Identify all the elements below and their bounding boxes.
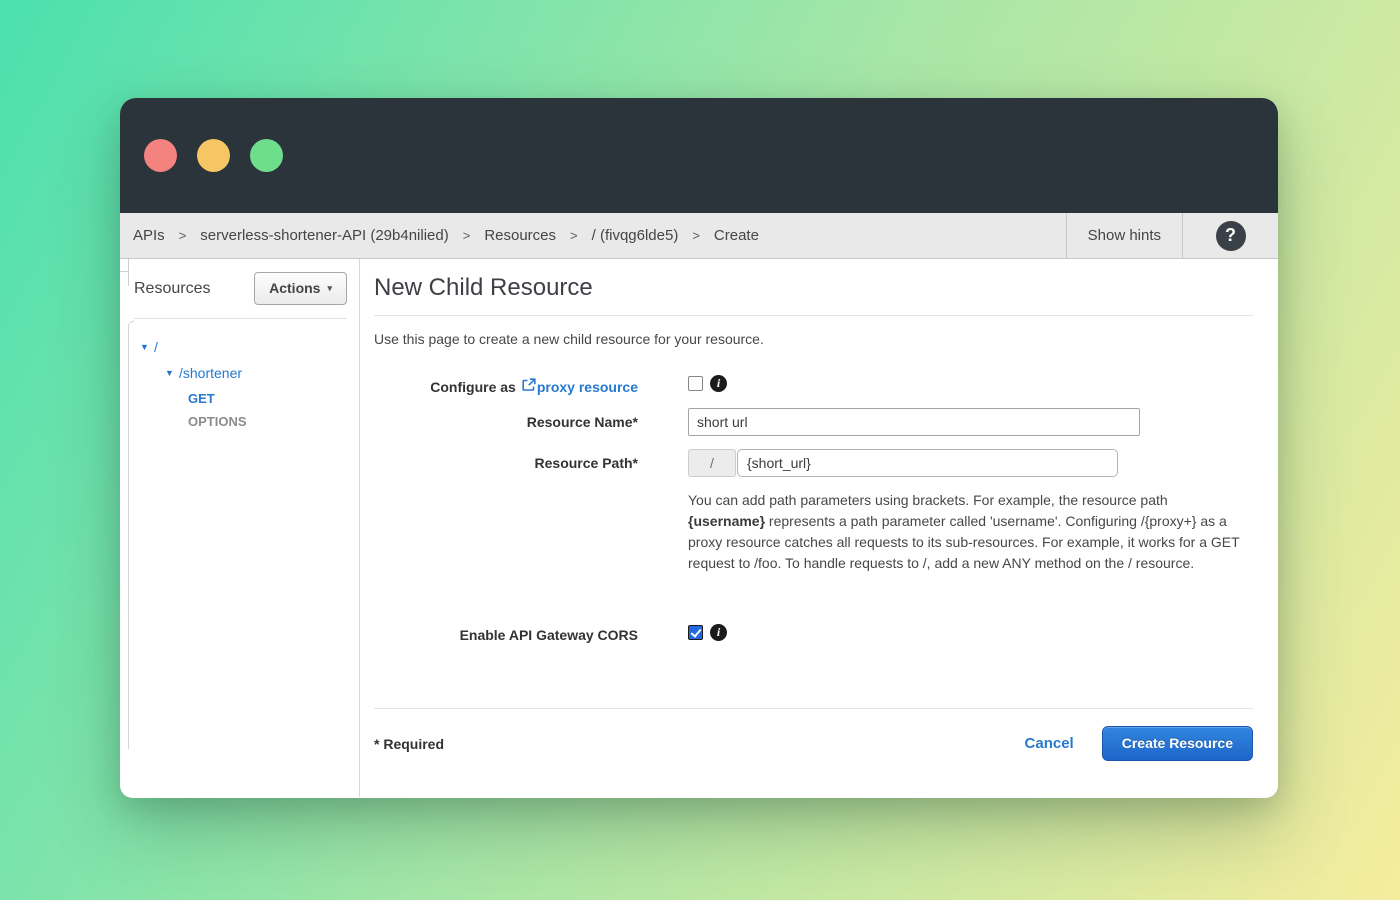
zoom-window-button[interactable] <box>250 139 283 172</box>
tree-item-root-label: / <box>154 339 158 355</box>
resource-path-row: Resource Path* / <box>374 449 1253 477</box>
cors-checkbox[interactable] <box>688 625 703 640</box>
resource-tree: ▼ / ▼ /shortener GET OPTIONS <box>120 319 359 429</box>
required-note: * Required <box>374 736 1025 752</box>
proxy-resource-checkbox[interactable] <box>688 376 703 391</box>
collapsed-panel-edge <box>128 321 134 749</box>
resource-path-input[interactable] <box>737 449 1118 477</box>
external-link-icon <box>522 378 536 395</box>
configure-as-control: i <box>688 372 727 395</box>
collapsed-panel-edge <box>128 259 129 286</box>
breadcrumb-create[interactable]: Create <box>714 227 759 244</box>
caret-down-icon[interactable]: ▼ <box>165 368 179 378</box>
info-icon[interactable]: i <box>710 375 727 392</box>
resources-sidebar: Resources Actions ▾ ▼ / ▼ /shortener GET… <box>120 259 360 797</box>
footer-divider <box>374 708 1253 709</box>
configure-as-row: Configure as proxy resource i <box>374 372 1253 395</box>
actions-button-label: Actions <box>269 280 320 296</box>
tree-item-shortener[interactable]: ▼ /shortener <box>140 365 359 381</box>
configure-as-label-text: Configure as <box>430 379 516 395</box>
resource-path-label: Resource Path* <box>374 449 638 477</box>
proxy-resource-link-text: proxy resource <box>537 379 638 395</box>
tree-method-get[interactable]: GET <box>140 391 359 406</box>
path-help-text: You can add path parameters using bracke… <box>688 490 1245 574</box>
breadcrumb-resources[interactable]: Resources <box>484 227 556 244</box>
resource-path-control: / <box>688 449 1118 477</box>
window-titlebar <box>120 98 1278 213</box>
content-area: Resources Actions ▾ ▼ / ▼ /shortener GET… <box>120 259 1278 797</box>
path-help-username: {username} <box>688 513 765 529</box>
breadcrumb-resource-id[interactable]: / (fivqg6lde5) <box>592 227 679 244</box>
cors-label: Enable API Gateway CORS <box>374 621 638 643</box>
actions-dropdown-button[interactable]: Actions ▾ <box>254 272 347 305</box>
cors-row: Enable API Gateway CORS i <box>374 621 1253 643</box>
tree-item-root[interactable]: ▼ / <box>140 339 359 355</box>
close-window-button[interactable] <box>144 139 177 172</box>
sidebar-header: Resources Actions ▾ <box>120 272 359 305</box>
path-help-part1: You can add path parameters using bracke… <box>688 492 1168 508</box>
intro-text: Use this page to create a new child reso… <box>374 331 1253 347</box>
page-title: New Child Resource <box>374 274 1253 302</box>
title-divider <box>374 315 1253 316</box>
info-icon[interactable]: i <box>710 624 727 641</box>
breadcrumb-separator: > <box>692 228 700 243</box>
proxy-resource-link[interactable]: proxy resource <box>516 378 638 395</box>
resource-name-row: Resource Name* <box>374 408 1253 436</box>
show-hints-button[interactable]: Show hints <box>1066 213 1182 258</box>
minimize-window-button[interactable] <box>197 139 230 172</box>
breadcrumb-separator: > <box>179 228 187 243</box>
tree-method-options[interactable]: OPTIONS <box>140 414 359 429</box>
new-child-resource-panel: New Child Resource Use this page to crea… <box>360 259 1278 797</box>
breadcrumb-apis[interactable]: APIs <box>133 227 165 244</box>
cancel-button[interactable]: Cancel <box>1025 735 1074 752</box>
path-help-part2: represents a path parameter called 'user… <box>688 513 1239 571</box>
resource-name-control <box>688 408 1140 436</box>
caret-down-icon[interactable]: ▼ <box>140 342 154 352</box>
configure-as-label: Configure as proxy resource <box>374 372 638 395</box>
breadcrumb-separator: > <box>463 228 471 243</box>
breadcrumb-separator: > <box>570 228 578 243</box>
form-footer: * Required Cancel Create Resource <box>374 726 1253 761</box>
cors-control: i <box>688 621 727 643</box>
sidebar-title: Resources <box>134 280 210 298</box>
create-resource-button[interactable]: Create Resource <box>1102 726 1253 761</box>
chevron-down-icon: ▾ <box>327 283 332 294</box>
resource-path-prefix: / <box>688 449 736 477</box>
help-section: ? <box>1182 213 1278 258</box>
breadcrumb-api-name[interactable]: serverless-shortener-API (29b4nilied) <box>200 227 448 244</box>
tree-item-shortener-label: /shortener <box>179 365 242 381</box>
resource-name-label: Resource Name* <box>374 408 638 436</box>
browser-window: APIs > serverless-shortener-API (29b4nil… <box>120 98 1278 798</box>
resource-name-input[interactable] <box>688 408 1140 436</box>
breadcrumb-bar: APIs > serverless-shortener-API (29b4nil… <box>120 213 1278 259</box>
help-icon[interactable]: ? <box>1216 221 1246 251</box>
breadcrumb: APIs > serverless-shortener-API (29b4nil… <box>120 213 1066 258</box>
